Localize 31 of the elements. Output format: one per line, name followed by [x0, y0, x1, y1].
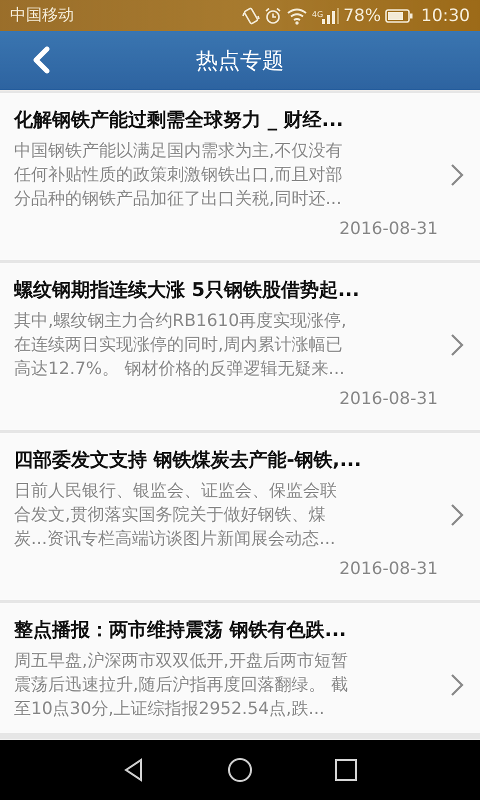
signal-icon — [321, 8, 340, 24]
article-date: 2016-08-31 — [339, 559, 438, 579]
battery-icon — [385, 8, 413, 22]
recents-nav-icon[interactable] — [333, 757, 359, 783]
battery-percent: 78% — [343, 6, 381, 26]
article-summary: 日前人民银行、银监会、证监会、保监会联 合发文,贯彻落实国务院关于做好钢铁、煤 炭...资讯专栏高端访谈图片新闻展会动态... — [14, 480, 337, 551]
clock-time: 10:30 — [421, 6, 470, 26]
chevron-right-icon — [450, 503, 464, 527]
article-item[interactable]: 螺纹钢期指连续大涨 5只钢铁股借势起... 其中,螺纹钢主力合约RB1610再度实现涨停, 在连续两日实现涨停的同时,周内累计涨幅已 高达12.7%。 钢材价格的反弹逻辑无疑来... 2016-08-31 — [0, 263, 480, 430]
carrier-name: 中国移动 — [10, 5, 74, 26]
chevron-right-icon — [450, 333, 464, 357]
article-title: 螺纹钢期指连续大涨 5只钢铁股借势起... — [14, 278, 360, 303]
article-date: 2016-08-31 — [339, 389, 438, 409]
network-type: 4G — [312, 10, 324, 18]
vibrate-icon — [242, 6, 260, 24]
page-title: 热点专题 — [196, 48, 284, 76]
article-title: 四部委发文支持 钢铁煤炭去产能-钢铁,... — [14, 448, 362, 473]
article-date: 2016-08-31 — [339, 219, 438, 239]
article-summary: 周五早盘,沪深两市双双低开,开盘后两市短暂 震荡后迅速拉升,随后沪指再度回落翻绿。 截 至10点30分,上证综指报2952.54点,跌... — [14, 650, 348, 721]
article-item[interactable]: 整点播报：两市维持震荡 钢铁有色跌... 周五早盘,沪深两市双双低开,开盘后两市短暂 震荡后迅速拉升,随后沪指再度回落翻绿。 截 至10点30分,上证综指报2952.54点,跌... — [0, 603, 480, 733]
alarm-icon — [264, 6, 282, 24]
article-item[interactable]: 化解钢铁产能过剩需全球努力 _ 财经... 中国钢铁产能以满足国内需求为主,不仅没有 任何补贴性质的政策刺激钢铁出口,而且对部 分品种的钢铁产品加征了出口关税,同时还... 2016-08-31 — [0, 93, 480, 260]
article-summary: 其中,螺纹钢主力合约RB1610再度实现涨停, 在连续两日实现涨停的同时,周内累计涨幅已 高达12.7%。 钢材价格的反弹逻辑无疑来... — [14, 310, 347, 381]
chevron-right-icon — [450, 673, 464, 697]
article-item[interactable]: 四部委发文支持 钢铁煤炭去产能-钢铁,... 日前人民银行、银监会、证监会、保监会联 合发文,贯彻落实国务院关于做好钢铁、煤 炭...资讯专栏高端访谈图片新闻展会动态... 2016-08-31 — [0, 433, 480, 600]
wifi-icon — [286, 6, 308, 24]
home-nav-icon[interactable] — [227, 757, 253, 783]
article-title: 化解钢铁产能过剩需全球努力 _ 财经... — [14, 108, 344, 133]
article-summary: 中国钢铁产能以满足国内需求为主,不仅没有 任何补贴性质的政策刺激钢铁出口,而且对部 分品种的钢铁产品加征了出口关税,同时还... — [14, 140, 342, 211]
chevron-right-icon — [450, 163, 464, 187]
article-title: 整点播报：两市维持震荡 钢铁有色跌... — [14, 618, 348, 643]
